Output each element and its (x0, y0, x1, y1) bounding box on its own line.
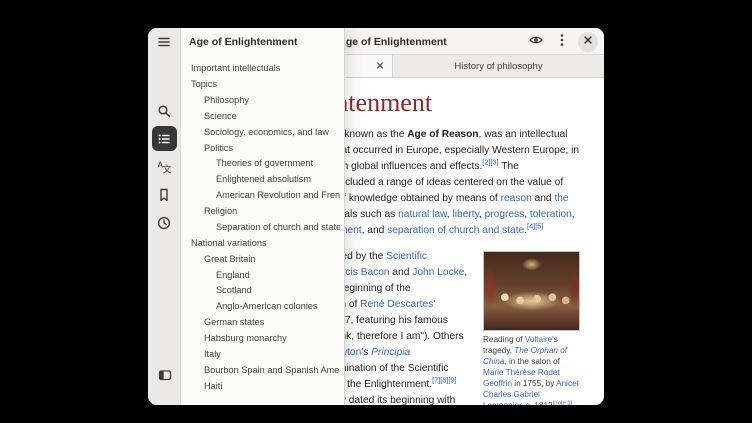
screen-background: Age of Enlightenment (0, 0, 752, 423)
toc-item[interactable]: Topics (185, 77, 340, 93)
close-icon (375, 59, 385, 74)
sidebar-toggle-icon (157, 367, 173, 383)
toc-item[interactable]: Important intellectuals (185, 61, 340, 77)
close-icon (582, 34, 594, 49)
toc-item[interactable]: Theories of government (185, 156, 340, 172)
toc-item[interactable]: Habsburg monarchy (185, 331, 340, 347)
text-segment: and (532, 193, 555, 204)
tab-close-button[interactable] (372, 59, 387, 74)
toc-item[interactable]: Politics (185, 140, 340, 156)
toc-item[interactable]: Haiti (185, 379, 340, 395)
toc-item[interactable]: Separation of church and state (185, 220, 340, 236)
toc-item[interactable]: England (185, 267, 340, 283)
history-icon (156, 215, 172, 231)
text-segment: , (572, 209, 575, 220)
text-segment: Age of Reason (407, 129, 478, 140)
svg-text:文: 文 (163, 163, 172, 175)
bookmark-icon (156, 187, 172, 203)
reference-link[interactable]: [7][8][9] (432, 376, 456, 385)
text-segment: , and (362, 225, 388, 236)
text-segment: , c. 1812 (521, 401, 552, 405)
toc-panel: Age of Enlightenment Important intellect… (181, 28, 345, 405)
toc-item[interactable]: Enlightened absolutism (185, 172, 340, 188)
toc-list: Important intellectuals Topics Philosoph… (181, 55, 344, 394)
text-segment: , in the salon of (504, 357, 560, 366)
text-segment: in 1755, by (512, 379, 556, 388)
app-window: Age of Enlightenment (148, 28, 604, 405)
toc-button[interactable] (152, 126, 177, 151)
search-button[interactable] (152, 98, 177, 123)
reference-link[interactable]: [2][3] (482, 158, 498, 167)
toc-item[interactable]: Philosophy (185, 93, 340, 109)
article-link[interactable]: separation of church and state (387, 225, 524, 236)
toc-item[interactable]: Scotland (185, 283, 340, 299)
article-figure: Reading of Voltaire's tragedy, The Orpha… (483, 251, 580, 405)
toc-item[interactable]: Bourbon Spain and Spanish America (185, 363, 340, 379)
toc-panel-title: Age of Enlightenment (189, 36, 298, 48)
toggle-sidebar-button[interactable] (152, 362, 177, 387)
text-segment: ' (433, 299, 435, 310)
main-menu-button[interactable] (152, 29, 177, 54)
article-link[interactable]: Voltaire (525, 335, 552, 344)
reference-link[interactable]: [note 1] (553, 400, 573, 405)
reference-link[interactable]: [4][5] (527, 222, 543, 231)
kebab-menu-icon (554, 32, 570, 51)
salon-painting-image[interactable] (483, 251, 580, 331)
history-button[interactable] (152, 210, 177, 235)
toc-item[interactable]: Great Britain (185, 252, 340, 268)
toc-list-icon (156, 131, 172, 147)
article-link[interactable]: toleration (530, 209, 572, 220)
search-icon (156, 103, 172, 119)
article-link[interactable]: reason (501, 193, 532, 204)
article-link[interactable]: liberty (453, 209, 479, 220)
article-link[interactable]: progress (485, 209, 525, 220)
menu-icon (156, 34, 172, 50)
icon-rail: A 文 (148, 28, 181, 405)
translate-icon: A 文 (156, 159, 172, 175)
languages-button[interactable]: A 文 (152, 154, 177, 179)
eye-icon (528, 32, 544, 51)
preview-button[interactable] (526, 32, 546, 52)
menu-button[interactable] (552, 32, 572, 52)
toc-item[interactable]: German states (185, 315, 340, 331)
tab-history-of-philosophy[interactable]: History of philosophy (392, 55, 604, 77)
bookmarks-button[interactable] (152, 182, 177, 207)
text-segment: and (390, 267, 413, 278)
toc-item[interactable]: National variations (185, 236, 340, 252)
toc-item[interactable]: Sociology, economics, and law (185, 125, 340, 141)
toc-item[interactable]: American Revolution and French Revolutio… (185, 188, 340, 204)
headerbar-actions (526, 32, 598, 52)
article-link[interactable]: natural law (398, 209, 447, 220)
text-segment: 's (361, 347, 371, 358)
figure-caption: Reading of Voltaire's tragedy, The Orpha… (483, 334, 580, 405)
tab-label: History of philosophy (454, 61, 542, 72)
article-link[interactable]: René Descartes (360, 299, 433, 310)
toc-item[interactable]: Science (185, 109, 340, 125)
toc-item[interactable]: Italy (185, 347, 340, 363)
window-close-button[interactable] (578, 32, 598, 52)
toc-panel-header: Age of Enlightenment (181, 28, 344, 55)
text-segment: Reading of (483, 335, 525, 344)
toc-item[interactable]: Anglo-American colonies (185, 299, 340, 315)
article-link[interactable]: John Locke (412, 267, 464, 278)
toc-item[interactable]: Religion (185, 204, 340, 220)
